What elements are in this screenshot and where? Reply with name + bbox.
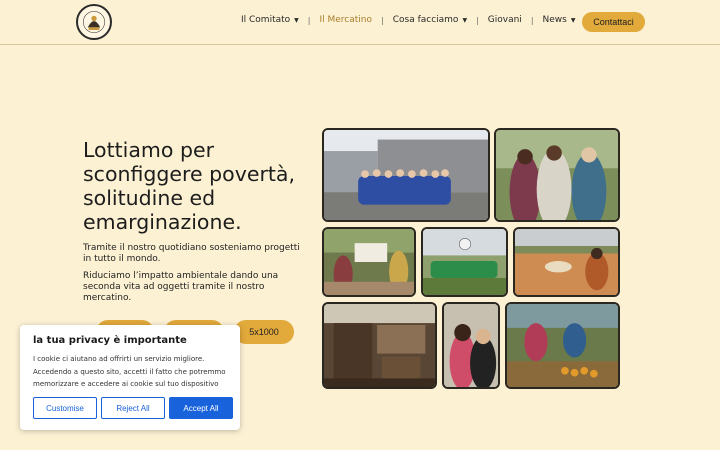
- photo-drought: [513, 227, 620, 297]
- cookie-consent-banner: la tua privacy è importante I cookie ci …: [20, 325, 240, 430]
- nav-separator: |: [476, 15, 479, 25]
- cookie-accept-all-button[interactable]: Accept All: [169, 397, 233, 419]
- photo-two-women: [442, 302, 500, 389]
- nav-label: Il Comitato: [241, 15, 291, 25]
- photo-medical-aid: [322, 227, 416, 297]
- nav-label: Cosa facciamo: [392, 15, 459, 25]
- nav-item-giovani[interactable]: Giovani: [488, 15, 522, 25]
- photo-women-africa: [494, 128, 620, 222]
- photo-food-market: [505, 302, 620, 389]
- nav-label: Il Mercatino: [319, 15, 373, 25]
- five-per-thousand-button[interactable]: 5x1000: [234, 320, 294, 344]
- nav-item-news[interactable]: News ▼: [543, 15, 576, 25]
- site-header: Il Comitato ▼ | Il Mercatino | Cosa facc…: [0, 0, 720, 45]
- main-nav: Il Comitato ▼ | Il Mercatino | Cosa facc…: [241, 15, 575, 25]
- cookie-buttons: Customise Reject All Accept All: [33, 397, 233, 419]
- cookie-reject-all-button[interactable]: Reject All: [101, 397, 165, 419]
- site-logo[interactable]: [76, 4, 112, 40]
- nav-item-il-mercatino[interactable]: Il Mercatino: [319, 15, 372, 25]
- nav-separator: |: [307, 15, 311, 25]
- hero-title: Lottiamo per sconfiggere povertà, solitu…: [83, 138, 295, 234]
- nav-separator: |: [530, 15, 534, 25]
- cookie-title: la tua privacy è importante: [33, 335, 187, 346]
- caret-down-icon: ▼: [294, 16, 299, 24]
- caret-down-icon: ▼: [462, 16, 468, 24]
- nav-separator: |: [381, 15, 384, 25]
- logo-emblem-icon: [78, 6, 110, 38]
- nav-item-cosa-facciamo[interactable]: Cosa facciamo ▼: [393, 15, 467, 25]
- photo-youth-team: [421, 227, 508, 297]
- photo-second-hand-furniture: [322, 302, 437, 389]
- nav-item-il-comitato[interactable]: Il Comitato ▼: [241, 15, 299, 25]
- photo-group-volunteers: [322, 128, 490, 222]
- caret-down-icon: ▼: [570, 16, 576, 24]
- cookie-customise-button[interactable]: Customise: [33, 397, 97, 419]
- hero-paragraph-market: Riduciamo l’impatto ambientale dando una…: [83, 271, 279, 303]
- nav-label: Giovani: [487, 15, 522, 25]
- nav-label: News: [542, 15, 567, 25]
- cookie-text: I cookie ci aiutano ad offrirti un servi…: [33, 355, 226, 388]
- contact-button[interactable]: Contattaci: [582, 12, 645, 32]
- hero-paragraph-projects: Tramite il nostro quotidiano sosteniamo …: [83, 243, 300, 264]
